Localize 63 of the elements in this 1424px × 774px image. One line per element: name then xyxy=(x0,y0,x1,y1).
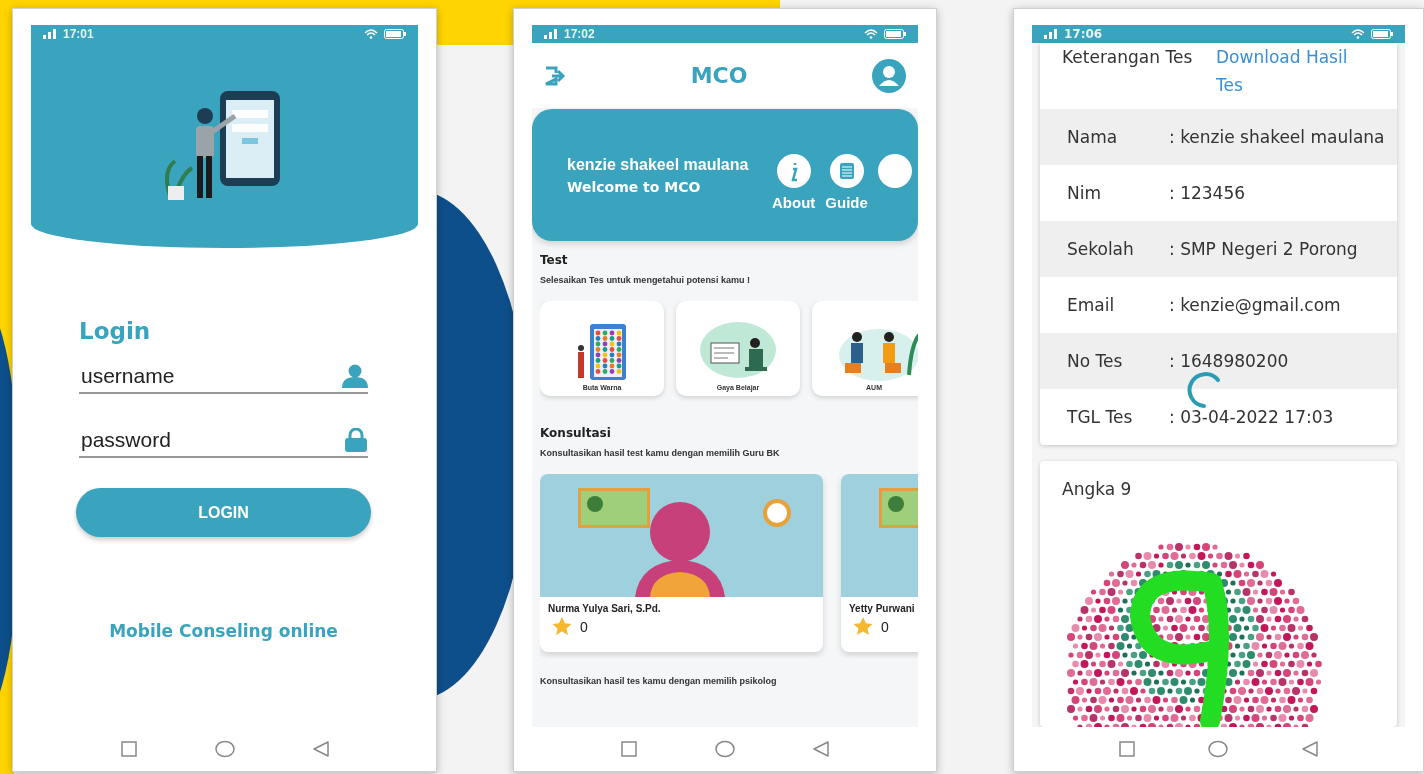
user-name: kenzie shakeel maulana xyxy=(567,155,750,174)
wifi-icon xyxy=(864,29,878,39)
section-subtitle: Konsultasikan hasil tes kamu dengan memilih psikolog xyxy=(540,676,778,686)
profile-icon[interactable] xyxy=(872,58,906,93)
logout-icon[interactable] xyxy=(544,65,566,86)
field-value: : SMP Negeri 2 Porong xyxy=(1169,238,1358,261)
signal-icon xyxy=(1044,29,1058,39)
home-icon[interactable] xyxy=(715,740,735,758)
back-icon[interactable] xyxy=(811,740,830,758)
recent-apps-icon[interactable] xyxy=(119,740,138,758)
field-label: No Tes xyxy=(1067,350,1124,373)
status-time: 17:02 xyxy=(564,27,595,41)
field-value: : 03-04-2022 17:03 xyxy=(1169,406,1334,429)
counselor-name: Nurma Yulya Sari, S.Pd. xyxy=(548,603,662,614)
home-icon[interactable] xyxy=(214,740,235,758)
welcome-text: Welcome to MCO xyxy=(567,178,702,195)
back-icon[interactable] xyxy=(1300,740,1319,758)
signal-icon xyxy=(544,29,558,39)
recent-apps-icon[interactable] xyxy=(620,740,639,758)
info-icon[interactable] xyxy=(776,153,811,188)
recent-apps-icon[interactable] xyxy=(1118,740,1137,758)
wifi-icon xyxy=(1351,29,1365,39)
username-field[interactable]: username xyxy=(79,360,342,392)
battery-icon xyxy=(1371,29,1393,39)
field-value: : kenzie shakeel maulana xyxy=(1169,126,1385,149)
section-title: Konsultasi xyxy=(540,426,612,440)
login-title: Login xyxy=(79,318,152,344)
section-subtitle: Selesaikan Tes untuk mengetahui potensi kamu ! xyxy=(540,275,751,285)
circle-icon[interactable] xyxy=(877,153,912,188)
header-label: Keterangan Tes xyxy=(1062,46,1194,69)
star-icon xyxy=(552,617,572,636)
app-name: Mobile Conseling online xyxy=(108,621,339,641)
field-value: : 1648980200 xyxy=(1169,350,1289,373)
rating-value: 0 xyxy=(881,618,889,635)
counselor-card[interactable]: Yetty Purwani 0 xyxy=(841,474,918,652)
field-label: TGL Tes xyxy=(1067,406,1134,429)
document-icon[interactable] xyxy=(829,153,864,188)
illustration-drawing xyxy=(577,323,627,381)
counselor-name: Yetty Purwani xyxy=(849,603,916,614)
star-icon xyxy=(853,617,873,636)
password-field[interactable]: password xyxy=(79,424,344,456)
section-subtitle: Konsultasikan hasil test kamu dengan memilih Guru BK xyxy=(540,448,781,458)
wifi-icon xyxy=(364,29,378,39)
battery-icon xyxy=(384,29,406,39)
field-label: Email xyxy=(1067,294,1116,317)
battery-icon xyxy=(884,29,906,39)
section-title: Test xyxy=(540,253,569,267)
field-label: Nama xyxy=(1067,126,1119,149)
field-label: Nim xyxy=(1067,182,1102,205)
user-icon xyxy=(342,364,368,388)
field-value: : 123456 xyxy=(1169,182,1246,205)
back-icon[interactable] xyxy=(311,740,330,758)
status-time: 17:06 xyxy=(1064,27,1103,41)
signal-icon xyxy=(43,29,57,39)
app-title: MCO xyxy=(690,63,748,88)
counselor-card[interactable]: Nurma Yulya Sari, S.Pd. 0 xyxy=(540,474,823,652)
rating-value: 0 xyxy=(580,618,588,635)
field-label: Sekolah xyxy=(1067,238,1135,261)
lock-icon xyxy=(344,428,368,452)
status-time: 17:01 xyxy=(63,27,94,41)
home-icon[interactable] xyxy=(1208,740,1229,758)
field-value: : kenzie@gmail.com xyxy=(1169,294,1341,317)
plate-caption: Angka 9 xyxy=(1062,479,1133,499)
